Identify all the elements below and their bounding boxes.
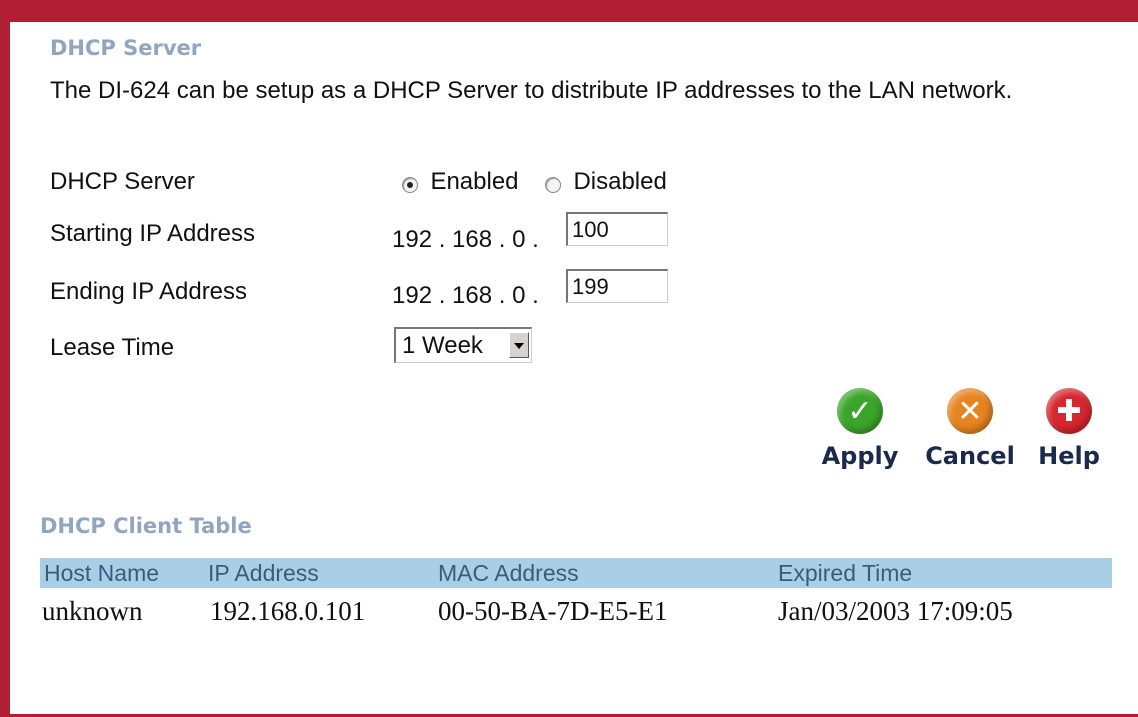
checkmark-icon: ✓	[837, 388, 883, 434]
cancel-x-icon: ✕	[947, 388, 993, 434]
cell-host-name: unknown	[42, 596, 143, 626]
dhcp-description: The DI-624 can be setup as a DHCP Server…	[50, 77, 1013, 104]
dhcp-radio-group: Enabled Disabled	[402, 168, 667, 196]
client-table-header: Host Name IP Address MAC Address Expired…	[40, 558, 1112, 588]
enabled-label: Enabled	[430, 168, 519, 195]
section-title-dhcp-server: DHCP Server	[50, 36, 202, 60]
ending-ip-label: Ending IP Address	[50, 278, 248, 305]
dhcp-server-label: DHCP Server	[50, 168, 195, 195]
help-label: Help	[1038, 442, 1100, 470]
cell-expired-time: Jan/03/2003 17:09:05	[778, 596, 1013, 626]
column-header-expired-time: Expired Time	[778, 560, 913, 586]
lease-time-label: Lease Time	[50, 334, 175, 361]
plus-icon: ✚	[1046, 388, 1092, 434]
dhcp-settings-panel: DHCP Server The DI-624 can be setup as a…	[10, 22, 1138, 714]
cancel-label: Cancel	[925, 442, 1015, 470]
starting-ip-label: Starting IP Address	[50, 220, 256, 247]
cell-mac-address: 00-50-BA-7D-E5-E1	[438, 596, 668, 626]
help-button[interactable]: ✚ Help	[1034, 388, 1104, 470]
apply-label: Apply	[821, 442, 899, 470]
ending-ip-input[interactable]	[566, 269, 668, 303]
dropdown-arrow-icon[interactable]	[509, 332, 529, 358]
apply-button[interactable]: ✓ Apply	[818, 388, 902, 470]
disabled-radio[interactable]	[544, 176, 561, 193]
lease-time-select[interactable]: 1 Week	[394, 327, 532, 363]
cancel-button[interactable]: ✕ Cancel	[920, 388, 1020, 470]
column-header-mac-address: MAC Address	[438, 560, 579, 586]
cell-ip-address: 192.168.0.101	[210, 596, 366, 626]
section-title-client-table: DHCP Client Table	[40, 514, 252, 538]
lease-time-value: 1 Week	[402, 332, 483, 359]
enabled-radio[interactable]	[402, 176, 418, 193]
disabled-label: Disabled	[573, 168, 667, 195]
ending-ip-prefix: 192 . 168 . 0 .	[392, 282, 539, 309]
column-header-ip-address: IP Address	[208, 560, 319, 586]
starting-ip-prefix: 192 . 168 . 0 .	[392, 226, 539, 253]
column-header-host-name: Host Name	[44, 560, 160, 586]
starting-ip-input[interactable]	[566, 212, 668, 246]
